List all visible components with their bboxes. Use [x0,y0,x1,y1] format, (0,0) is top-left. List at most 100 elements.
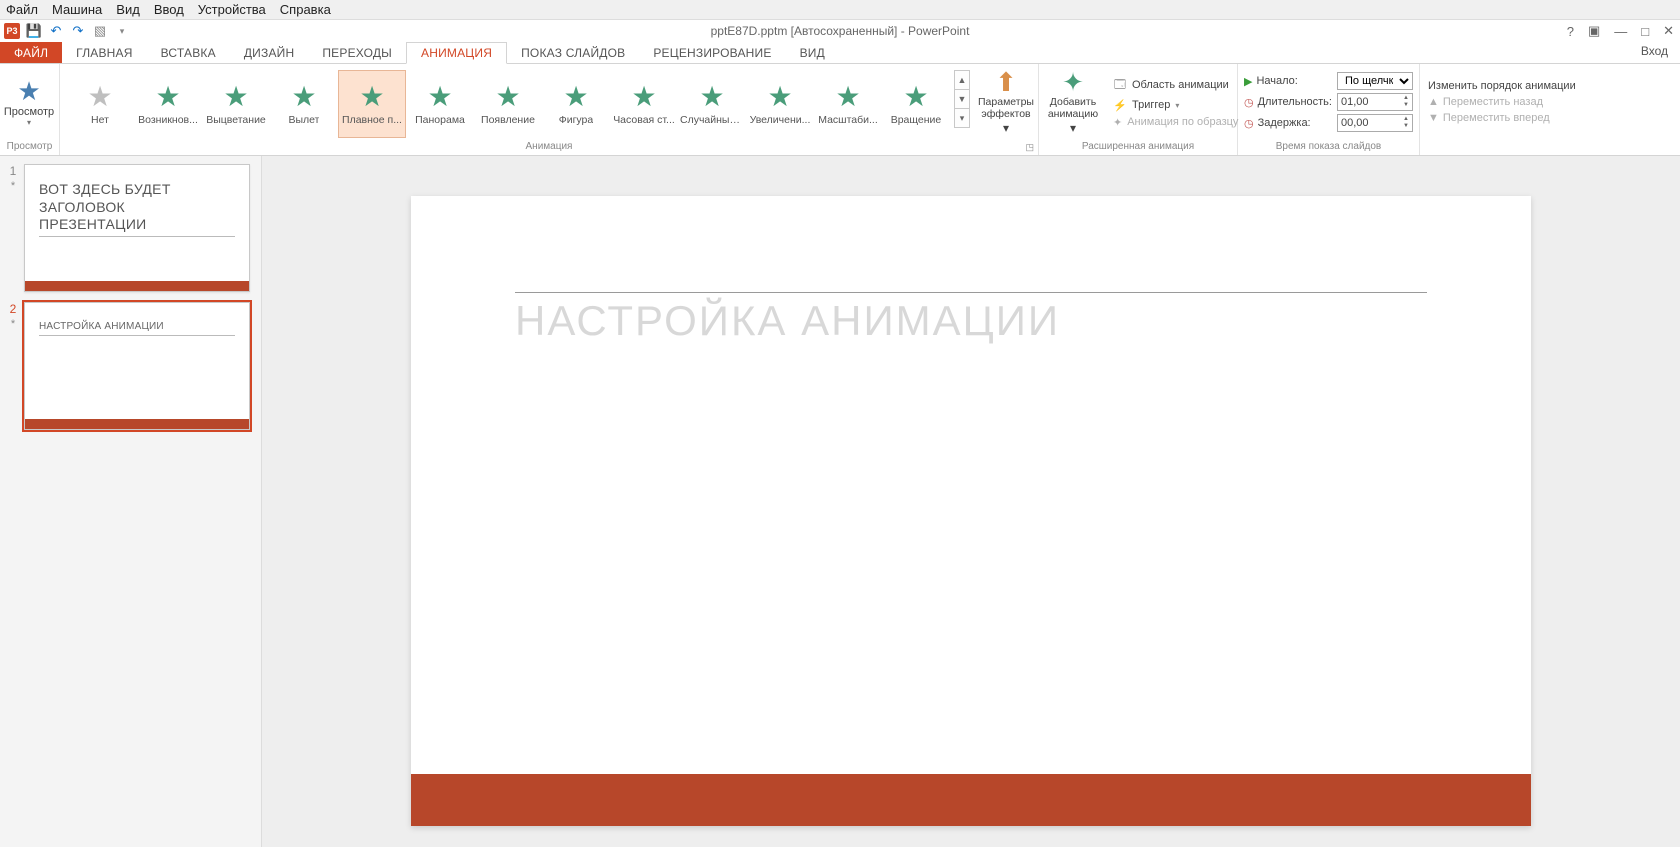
gallery-down-button[interactable]: ▼ [954,89,970,109]
slide[interactable]: НАСТРОЙКА АНИМАЦИИ [411,196,1531,826]
close-icon[interactable]: ✕ [1663,23,1674,39]
star-icon: ★ [835,83,860,111]
preview-button[interactable]: ★ Просмотр ▾ [0,64,58,140]
chevron-down-icon: ▾ [27,118,31,127]
animation-item-6[interactable]: ★Появление [474,70,542,138]
animation-gallery[interactable]: ★Нет★Возникнов...★Выцветание★Вылет★Плавн… [60,64,952,140]
slide-title-placeholder[interactable]: НАСТРОЙКА АНИМАЦИИ [515,292,1427,347]
ribbon: ★ Просмотр ▾ Просмотр ★Нет★Возникнов...★… [0,64,1680,156]
slide-canvas-area[interactable]: НАСТРОЙКА АНИМАЦИИ [262,156,1680,847]
animation-item-label: Плавное п... [342,114,402,126]
animation-item-0[interactable]: ★Нет [66,70,134,138]
effect-options-button[interactable]: ⬆ Параметры эффектов ▾ [974,64,1038,140]
animation-item-10[interactable]: ★ Увеличени... [746,70,814,138]
animation-item-5[interactable]: ★ Панорама [406,70,474,138]
animation-item-label: Возникнов... [138,114,198,126]
animation-item-label: Выцветание [206,114,266,126]
maximize-icon[interactable]: □ [1641,24,1649,39]
sign-in-link[interactable]: Вход [1641,44,1668,58]
slide-thumbnails-panel: 1 * ВОТ ЗДЕСЬ БУДЕТ ЗАГОЛОВОК ПРЕЗЕНТАЦИ… [0,156,262,847]
tab-design[interactable]: ДИЗАЙН [230,42,309,63]
group-label-timing: Время показа слайдов [1238,140,1419,155]
group-label-preview: Просмотр [0,140,59,155]
animation-item-8[interactable]: ★Часовая ст... [610,70,678,138]
undo-icon[interactable]: ↶ [48,23,64,39]
animation-item-1[interactable]: ★Возникнов... [134,70,202,138]
ribbon-display-icon[interactable]: ▣ [1588,23,1600,39]
redo-icon[interactable]: ↷ [70,23,86,39]
animation-item-3[interactable]: ★Вылет [270,70,338,138]
tab-review[interactable]: РЕЦЕНЗИРОВАНИЕ [639,42,785,63]
start-play-icon: ▶ [1244,75,1252,88]
slide-title-text: НАСТРОЙКА АНИМАЦИИ [515,293,1427,347]
star-icon: ★ [427,83,452,111]
app-icon: P3 [4,23,20,39]
qat-customize-icon[interactable]: ▾ [114,23,130,39]
animation-item-12[interactable]: ★Вращение [882,70,950,138]
animation-pane-button[interactable]: 🗔Область анимации [1113,76,1231,95]
animation-item-4[interactable]: ★Плавное п... [338,70,406,138]
animation-item-7[interactable]: ★Фигура [542,70,610,138]
minimize-icon[interactable]: — [1614,24,1627,39]
preview-label: Просмотр [4,106,54,118]
thumb-title-line: ЗАГОЛОВОК [39,199,125,215]
animation-item-label: Панорама [415,114,465,126]
workspace: 1 * ВОТ ЗДЕСЬ БУДЕТ ЗАГОЛОВОК ПРЕЗЕНТАЦИ… [0,156,1680,847]
ribbon-tabs: ФАЙЛ ГЛАВНАЯ ВСТАВКА ДИЗАЙН ПЕРЕХОДЫ АНИ… [0,42,1680,64]
host-menu-devices[interactable]: Устройства [198,2,266,17]
animation-item-2[interactable]: ★Выцветание [202,70,270,138]
gallery-up-button[interactable]: ▲ [954,70,970,90]
animation-item-11[interactable]: ★ Масштаби... [814,70,882,138]
animation-indicator-icon: * [11,180,15,192]
tab-home[interactable]: ГЛАВНАЯ [62,42,146,63]
delay-clock-icon: ◷ [1244,117,1254,130]
tab-transitions[interactable]: ПЕРЕХОДЫ [308,42,406,63]
chevron-down-icon: ▾ [1070,121,1076,135]
help-icon[interactable]: ? [1567,24,1574,39]
animation-item-9[interactable]: ★Случайные... [678,70,746,138]
thumb-title-line: ВОТ ЗДЕСЬ БУДЕТ [39,181,171,197]
animation-painter-icon: ✦ [1113,116,1122,129]
host-menu-file[interactable]: Файл [6,2,38,17]
animation-indicator-icon: * [11,318,15,330]
gallery-more-button[interactable]: ▾ [954,108,970,128]
tab-view[interactable]: ВИД [786,42,839,63]
trigger-button[interactable]: ⚡Триггер ▾ [1113,99,1231,112]
delay-input[interactable]: 00,00▲▼ [1337,114,1413,132]
star-icon: ★ [495,83,520,111]
star-icon: ★ [699,83,724,111]
move-earlier-button: ▲Переместить назад [1428,96,1576,108]
group-label-animation: Анимация◳ [60,140,1038,155]
host-menu-view[interactable]: Вид [116,2,140,17]
start-label: Начало: [1256,75,1297,87]
star-icon: ★ [903,83,928,111]
slide-thumbnail-2[interactable]: НАСТРОЙКА АНИМАЦИИ [24,302,250,430]
thumb-accent-bar [25,281,249,291]
duration-label: Длительность: [1258,96,1332,108]
start-select[interactable]: По щелчку [1337,72,1413,90]
tab-insert[interactable]: ВСТАВКА [147,42,230,63]
start-from-beginning-icon[interactable]: ▧ [92,23,108,39]
animation-item-label: Увеличени... [750,114,811,126]
reorder-header: Изменить порядок анимации [1428,80,1576,92]
tab-slideshow[interactable]: ПОКАЗ СЛАЙДОВ [507,42,639,63]
dialog-launcher-icon[interactable]: ◳ [1025,140,1034,154]
add-animation-icon: ✦ [1062,69,1084,95]
thumb-number: 1 [10,164,17,178]
tab-file[interactable]: ФАЙЛ [0,42,62,63]
effect-options-label: Параметры эффектов [978,96,1034,120]
host-menu-machine[interactable]: Машина [52,2,102,17]
window-title: pptE87D.pptm [Автосохраненный] - PowerPo… [711,24,970,38]
add-animation-button[interactable]: ✦ Добавить анимацию ▾ [1039,64,1107,140]
effect-options-icon: ⬆ [995,69,1017,95]
tab-animations[interactable]: АНИМАЦИЯ [406,42,507,64]
arrow-down-icon: ▼ [1428,112,1439,124]
slide-thumbnail-1[interactable]: ВОТ ЗДЕСЬ БУДЕТ ЗАГОЛОВОК ПРЕЗЕНТАЦИИ [24,164,250,292]
duration-input[interactable]: 01,00▲▼ [1337,93,1413,111]
save-icon[interactable]: 💾 [26,23,42,39]
slide-accent-bar [411,774,1531,826]
host-menu-help[interactable]: Справка [280,2,331,17]
host-menu-input[interactable]: Ввод [154,2,184,17]
animation-item-label: Масштаби... [818,114,878,126]
star-icon: ★ [767,83,792,111]
